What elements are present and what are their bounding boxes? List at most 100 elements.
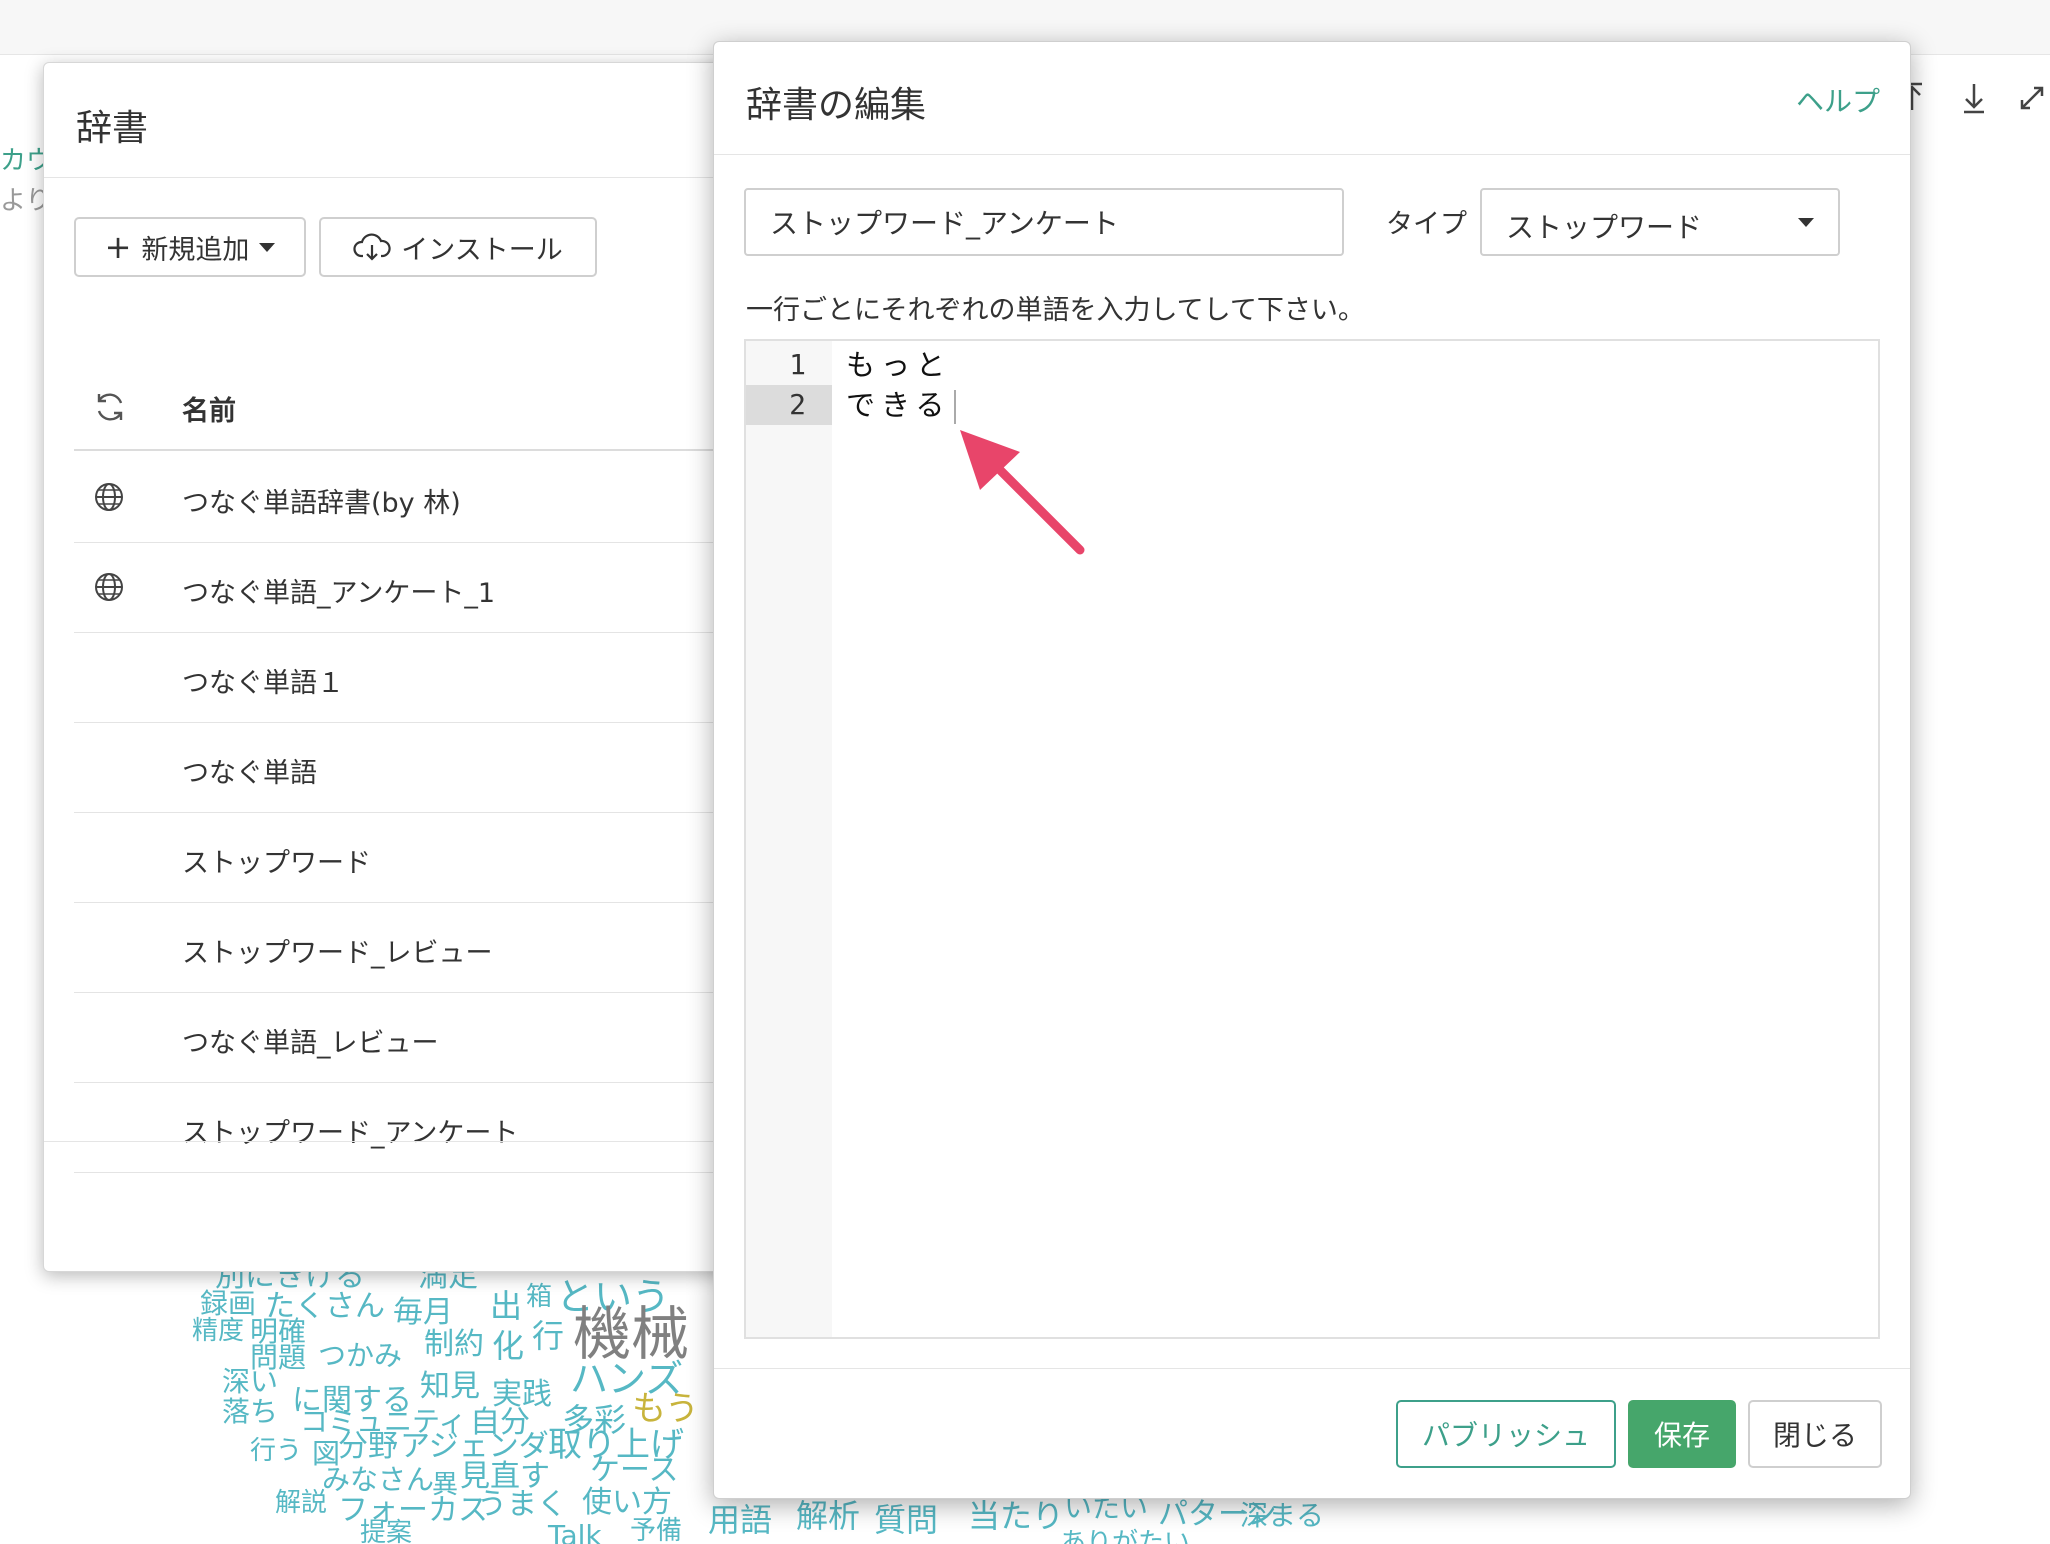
word-cloud-word: 精度 bbox=[192, 1316, 245, 1346]
annotation-arrow-icon bbox=[960, 430, 1085, 555]
dictionary-row[interactable]: ストップワード bbox=[74, 813, 814, 903]
word-cloud-word: 見直す bbox=[460, 1459, 550, 1494]
word-cloud-word: 行う bbox=[250, 1436, 303, 1466]
dictionary-row-label: ストップワード_レビュー bbox=[182, 938, 493, 969]
download-icon[interactable] bbox=[1954, 78, 1994, 118]
caret-down-icon bbox=[259, 242, 276, 252]
word-cloud-word: 自分 bbox=[470, 1405, 530, 1440]
help-link[interactable]: ヘルプ bbox=[1796, 80, 1880, 120]
dictionary-row-label: ストップワード_アンケート bbox=[182, 1118, 519, 1149]
word-cloud-word: 制約 bbox=[424, 1327, 484, 1362]
word-editor[interactable]: 1 もっと 2 できる bbox=[744, 339, 1880, 1339]
word-cloud-word: アジェンダ bbox=[400, 1429, 549, 1464]
word-cloud-word: みなさん bbox=[322, 1463, 435, 1496]
dictionary-row[interactable]: つなぐ単語辞書(by 林) bbox=[74, 453, 814, 543]
word-cloud-word: つかみ bbox=[318, 1339, 403, 1372]
word-cloud-word: 用語 bbox=[708, 1501, 773, 1539]
word-cloud-word: 明確 bbox=[250, 1315, 307, 1348]
expand-icon[interactable] bbox=[2012, 78, 2050, 118]
word-cloud-word: ありがたい bbox=[1060, 1528, 1191, 1544]
word-cloud-word: 落ち bbox=[222, 1395, 279, 1428]
dictionary-row-label: つなぐ単語_レビュー bbox=[182, 1028, 439, 1059]
type-select[interactable]: ストップワード bbox=[1480, 188, 1840, 256]
dictionary-row[interactable]: つなぐ単語_アンケート_1 bbox=[74, 543, 814, 633]
dictionary-row[interactable]: つなぐ単語_レビュー bbox=[74, 993, 814, 1083]
divider bbox=[44, 177, 812, 178]
dictionary-modal: 辞書 + 新規追加 インストール 名前 つなぐ単語辞書(by 林) つなぐ単語_ア… bbox=[43, 62, 814, 1272]
dictionary-row-label: ストップワード bbox=[182, 848, 371, 879]
modal-title: 辞書 bbox=[76, 108, 149, 149]
word-cloud-word: 化 bbox=[492, 1327, 525, 1365]
edit-dictionary-modal: 辞書の編集 ヘルプ タイプ ストップワード 一行ごとにそれぞれの単語を入力してし… bbox=[713, 41, 1911, 1499]
word-cloud-word: 質問 bbox=[874, 1501, 939, 1539]
line-number-gutter bbox=[746, 341, 832, 1337]
text-cursor bbox=[954, 390, 957, 424]
word-cloud-word: 実践 bbox=[492, 1377, 552, 1412]
dictionary-row[interactable]: ストップワード_アンケート bbox=[74, 1083, 814, 1173]
word-cloud-word: 分野 bbox=[338, 1429, 398, 1464]
divider bbox=[44, 1141, 812, 1142]
editor-line[interactable]: 2 できる bbox=[746, 385, 1876, 425]
word-cloud-word: 図 bbox=[312, 1437, 341, 1470]
add-new-label: 新規追加 bbox=[141, 234, 250, 266]
word-cloud-word: 提案 bbox=[360, 1518, 413, 1544]
plus-icon: + bbox=[104, 228, 132, 266]
install-button[interactable]: インストール bbox=[319, 217, 597, 277]
globe-icon bbox=[95, 573, 123, 601]
word-cloud-word: 毎月 bbox=[393, 1295, 453, 1330]
divider bbox=[714, 154, 1910, 155]
word-cloud-word: コミュニティ bbox=[300, 1405, 467, 1438]
word-cloud-word: Talk bbox=[548, 1519, 602, 1544]
install-label: インストール bbox=[401, 234, 563, 266]
word-cloud-word: ケース bbox=[590, 1453, 679, 1488]
publish-button[interactable]: パブリッシュ bbox=[1396, 1400, 1616, 1468]
add-new-button[interactable]: + 新規追加 bbox=[74, 217, 306, 277]
word-cloud-word: フォーカス bbox=[338, 1493, 488, 1528]
refresh-icon[interactable] bbox=[92, 389, 128, 425]
modal-title: 辞書の編集 bbox=[746, 85, 927, 126]
word-cloud-word: 異 bbox=[432, 1470, 459, 1500]
cloud-download-icon bbox=[353, 233, 391, 261]
close-button[interactable]: 閉じる bbox=[1748, 1400, 1882, 1468]
dictionary-row[interactable]: つなぐ単語 bbox=[74, 723, 814, 813]
word-cloud-word: 深まる bbox=[1240, 1499, 1325, 1532]
line-text[interactable]: もっと bbox=[846, 345, 951, 385]
dictionary-row[interactable]: つなぐ単語１ bbox=[74, 633, 814, 723]
word-cloud-word: 録画 bbox=[200, 1287, 257, 1320]
word-cloud-word: 機械 bbox=[573, 1300, 690, 1368]
column-header-name[interactable]: 名前 bbox=[182, 389, 236, 428]
line-number: 2 bbox=[746, 385, 832, 425]
divider bbox=[714, 1368, 1910, 1369]
word-cloud-word: パターン bbox=[1158, 1497, 1277, 1532]
save-button[interactable]: 保存 bbox=[1628, 1400, 1736, 1468]
word-cloud-word: という bbox=[556, 1275, 671, 1319]
word-cloud-word: ハンズ bbox=[570, 1357, 684, 1401]
word-cloud-word: 深い bbox=[222, 1365, 279, 1398]
table-header: 名前 bbox=[74, 363, 814, 451]
word-cloud-word: 解説 bbox=[275, 1488, 328, 1518]
word-cloud-word: 箱 bbox=[526, 1282, 553, 1312]
line-text-active[interactable]: できる bbox=[846, 385, 957, 425]
word-cloud-word: 予備 bbox=[630, 1516, 683, 1544]
caret-down-icon bbox=[1798, 218, 1814, 227]
line-number: 1 bbox=[789, 348, 806, 381]
editor-line[interactable]: 1 もっと bbox=[746, 345, 1876, 385]
word-cloud-word: うまく bbox=[477, 1487, 567, 1522]
line-text: できる bbox=[846, 388, 951, 422]
word-cloud-word: 知見 bbox=[420, 1369, 480, 1404]
word-cloud-word: もう bbox=[632, 1389, 699, 1429]
dictionary-name-input[interactable] bbox=[744, 188, 1344, 256]
word-cloud-word: 使い方 bbox=[582, 1485, 672, 1520]
dictionary-row[interactable]: ストップワード_レビュー bbox=[74, 903, 814, 993]
word-cloud-word: 取り上げ bbox=[548, 1425, 684, 1465]
word-cloud-word: 当たり bbox=[968, 1497, 1065, 1535]
dictionary-row-label: つなぐ単語辞書(by 林) bbox=[182, 488, 461, 519]
dictionary-row-label: つなぐ単語_アンケート_1 bbox=[182, 578, 496, 609]
word-cloud-word: 多彩 bbox=[562, 1401, 627, 1439]
word-cloud-word: に関する bbox=[292, 1383, 412, 1418]
word-cloud-word: 問題 bbox=[250, 1341, 307, 1374]
dictionary-row-label: つなぐ単語 bbox=[182, 758, 317, 789]
word-cloud-word: 出 bbox=[490, 1287, 523, 1325]
globe-icon bbox=[95, 483, 123, 511]
word-cloud-word: 行 bbox=[532, 1317, 565, 1355]
